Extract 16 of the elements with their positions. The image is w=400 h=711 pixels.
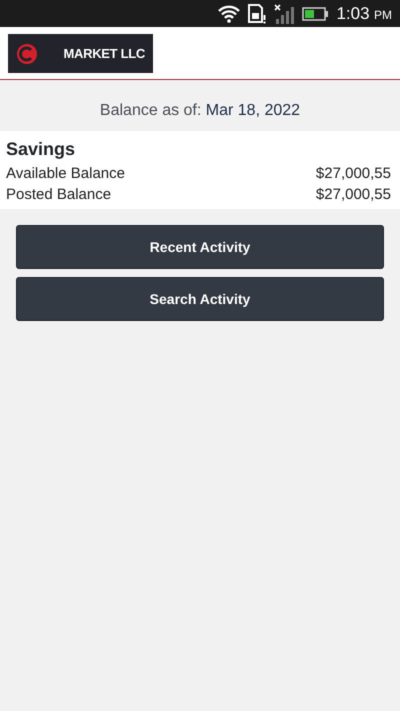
activity-button[interactable]: Recent Activity: [16, 225, 384, 269]
balance-amount: $27,000,55: [316, 164, 391, 184]
balance-label: Posted Balance: [6, 185, 112, 205]
wifi-icon: [218, 4, 240, 22]
balance-date: Balance as of: Mar 18, 2022: [98, 101, 302, 121]
sim-card-icon: [248, 4, 266, 24]
balance-label: Available Balance: [6, 164, 125, 184]
balance-amount: $27,000,55: [316, 185, 391, 205]
logo-icon: [16, 42, 38, 64]
account-name: Savings: [6, 138, 76, 161]
battery-icon: [302, 6, 328, 20]
signal-icon: [274, 4, 294, 24]
company-logo: MARKET LLC: [8, 34, 153, 73]
activity-button[interactable]: Search Activity: [16, 277, 384, 321]
clock-time: 1:03: [336, 4, 370, 22]
clock-meridiem: PM: [374, 8, 392, 22]
